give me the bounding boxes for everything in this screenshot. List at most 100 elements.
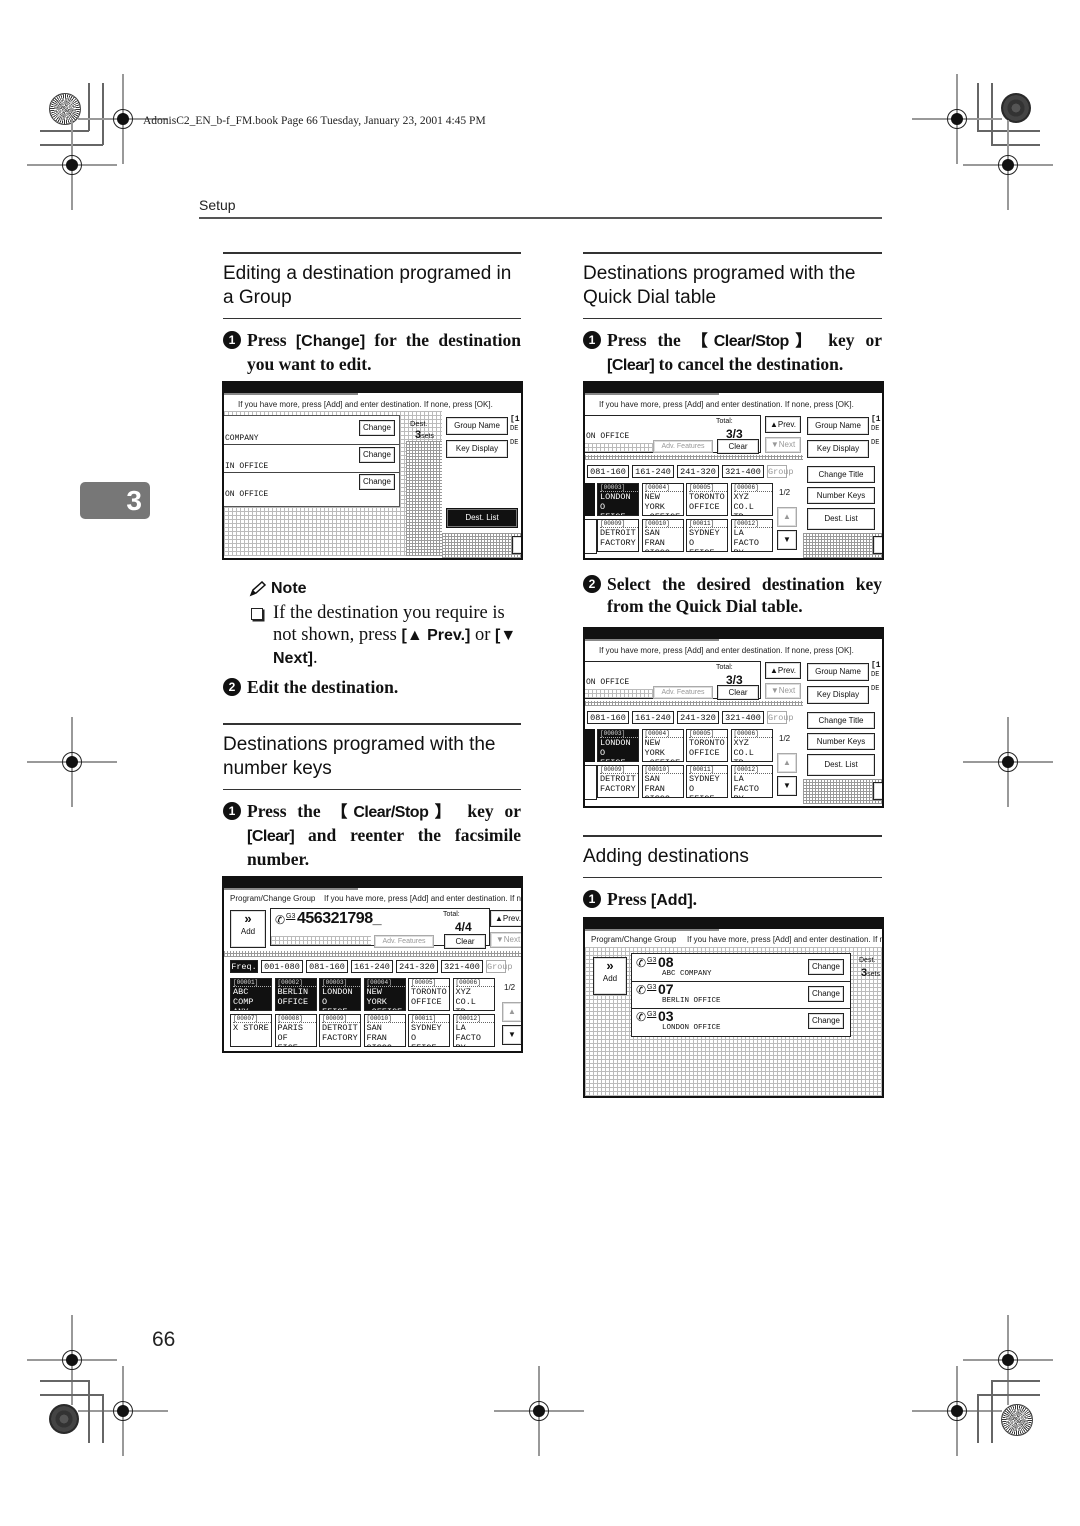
key-code: [00006] <box>455 979 494 987</box>
quick-dial-key[interactable]: [00006]XYZ CO.LTD <box>730 729 773 762</box>
quick-dial-key[interactable]: [00010]SAN FRANCISCO <box>641 765 684 798</box>
change-button[interactable]: Change <box>808 959 844 975</box>
change-title-button[interactable]: Change Title <box>807 466 875 483</box>
screenshot-adding: Program/Change Group If you have more, p… <box>583 917 884 1098</box>
quick-dial-key[interactable]: [00008]PARIS OFFICE <box>274 1014 317 1047</box>
clear-button[interactable]: Clear <box>444 934 486 949</box>
ok-button[interactable] <box>512 536 521 554</box>
quick-dial-key[interactable]: [00002] BERLIN OFFICE <box>274 978 317 1011</box>
change-button[interactable]: Change <box>808 986 844 1002</box>
change-button[interactable]: Change <box>359 474 395 490</box>
quick-dial-key[interactable]: [00004]NEW YORK OFFICE <box>641 483 684 516</box>
change-button[interactable]: Change <box>359 447 395 463</box>
key-label: XYZ CO.L <box>455 987 476 1007</box>
prev-button[interactable]: ▲Prev. <box>765 662 801 679</box>
prev-button[interactable]: ▲Prev. <box>490 910 521 927</box>
group-name-button[interactable]: Group Name <box>807 417 869 435</box>
key-label: DETROIT <box>600 528 636 538</box>
screen-titlebar <box>585 629 882 641</box>
key-label: SAN FRAN <box>366 1023 387 1043</box>
quick-dial-key[interactable]: [00003]LONDON OFFICE <box>597 483 639 516</box>
quick-dial-key[interactable]: [00004]NEW YORK OFFICE <box>641 729 684 762</box>
section-title: Editing a destination programed in a Gro… <box>223 262 512 308</box>
dest-list-button[interactable]: Dest. List <box>807 508 875 530</box>
quick-dial-key[interactable]: [00011]SYDNEY OFFICE <box>686 519 728 552</box>
quick-dial-key[interactable]: [00012]LA FACTORY <box>730 765 773 798</box>
scroll-down-button[interactable]: ▼ <box>502 1025 521 1045</box>
range-tab[interactable]: 241-320 <box>396 960 438 973</box>
quick-dial-key[interactable]: [00007] X STORE <box>230 1014 272 1047</box>
quick-dial-key[interactable]: [00009] DETROIT FACTORY <box>597 519 639 552</box>
range-tab[interactable]: 081-160 <box>587 711 629 724</box>
group-name-button[interactable]: Group Name <box>807 663 869 681</box>
scroll-up-button[interactable]: ▲ <box>777 753 797 773</box>
dest-list-button[interactable]: Dest. List <box>807 754 875 776</box>
key-display-button[interactable]: Key Display <box>807 686 869 704</box>
quick-dial-key[interactable]: [00012]LA FACTORY <box>730 519 773 552</box>
quick-dial-key[interactable]: [00004]NEW YORK OFFICE <box>363 978 406 1011</box>
quick-dial-key[interactable]: [00006]XYZ CO.LTD <box>452 978 495 1011</box>
key-display-button[interactable]: Key Display <box>807 440 869 458</box>
quick-dial-key[interactable]: [00006]XYZ CO.LTD <box>730 483 773 516</box>
range-tab[interactable]: 321-400 <box>722 711 764 724</box>
scroll-up-button[interactable]: ▲ <box>777 507 797 527</box>
quick-dial-key[interactable]: [00009] DETROIT FACTORY <box>319 1014 361 1047</box>
key-label: FFICE <box>600 512 638 515</box>
range-tab[interactable]: 001-080 <box>261 960 303 973</box>
quick-dial-key[interactable]: [00001]ABC COMPANY <box>230 978 272 1011</box>
key-display-button[interactable]: Key Display <box>446 440 508 458</box>
number-keys-button[interactable]: Number Keys <box>807 733 875 750</box>
next-button[interactable]: ▼Next <box>490 932 521 948</box>
quick-dial-key[interactable]: [00011]SYDNEY OFFICE <box>408 1014 450 1047</box>
change-button[interactable]: Change <box>359 420 395 436</box>
quick-dial-key[interactable]: [00005] TORONTO OFFICE <box>408 978 450 1011</box>
range-tab[interactable]: 321-400 <box>722 465 764 478</box>
adv-features-button[interactable]: Adv. Features <box>653 686 713 699</box>
number-keys-button[interactable]: Number Keys <box>807 487 875 504</box>
range-tab[interactable]: 321-400 <box>441 960 483 973</box>
quick-dial-key[interactable]: [00010]SAN FRANCISCO <box>641 519 684 552</box>
clear-button[interactable]: Clear <box>717 685 759 700</box>
quick-dial-key[interactable]: [00003]LONDON OFFICE <box>597 729 639 762</box>
range-tab[interactable]: 241-320 <box>677 465 719 478</box>
clear-button[interactable]: Clear <box>717 439 759 454</box>
scroll-down-button[interactable]: ▼ <box>777 776 797 796</box>
scroll-up-button[interactable]: ▲ <box>502 1002 521 1022</box>
add-button[interactable]: » Add <box>593 957 627 995</box>
section-number-keys: Destinations programed with the number k… <box>223 723 521 870</box>
range-tab[interactable]: 161-240 <box>632 465 674 478</box>
range-tab[interactable]: Group <box>486 960 513 973</box>
range-tab[interactable]: Group <box>767 465 794 478</box>
quick-dial-key[interactable]: [00011]SYDNEY OFFICE <box>686 765 728 798</box>
quick-dial-key[interactable]: [00012]LA FACTORY <box>452 1014 495 1047</box>
range-tab[interactable]: Freq. <box>230 960 258 973</box>
quick-dial-key[interactable]: [00005] TORONTO OFFICE <box>686 729 728 762</box>
add-button[interactable]: » Add <box>230 910 266 948</box>
range-tab[interactable]: 241-320 <box>677 711 719 724</box>
ok-button[interactable] <box>873 782 882 800</box>
quick-dial-key[interactable]: [00009] DETROIT FACTORY <box>597 765 639 798</box>
quick-dial-key[interactable]: [00010]SAN FRANCISCO <box>363 1014 406 1047</box>
change-title-button[interactable]: Change Title <box>807 712 875 729</box>
quick-dial-key[interactable]: [00005] TORONTO OFFICE <box>686 483 728 516</box>
range-tab[interactable]: 161-240 <box>632 711 674 724</box>
range-tab[interactable]: 081-160 <box>587 465 629 478</box>
total-label: Total: <box>716 418 733 425</box>
dest-list-button[interactable]: Dest. List <box>446 508 518 528</box>
adv-features-button[interactable]: Adv. Features <box>653 440 713 453</box>
step-1: 1 Press [Add]. <box>583 888 882 912</box>
ok-button[interactable] <box>873 536 882 554</box>
scroll-down-button[interactable]: ▼ <box>777 530 797 550</box>
left-column: Editing a destination programed in a Gro… <box>223 252 521 375</box>
prev-button[interactable]: ▲Prev. <box>765 416 801 433</box>
range-tab[interactable]: 161-240 <box>351 960 393 973</box>
entry-name: COMPANY <box>225 434 259 443</box>
next-button[interactable]: ▼Next <box>765 683 801 699</box>
group-name-button[interactable]: Group Name <box>446 417 508 435</box>
range-tab[interactable]: Group <box>767 711 794 724</box>
next-button[interactable]: ▼Next <box>765 437 801 453</box>
change-button[interactable]: Change <box>808 1013 844 1029</box>
adv-features-button[interactable]: Adv. Features <box>374 935 434 948</box>
range-tab[interactable]: 081-160 <box>306 960 348 973</box>
quick-dial-key[interactable]: [00003]LONDON OFFICE <box>319 978 361 1011</box>
